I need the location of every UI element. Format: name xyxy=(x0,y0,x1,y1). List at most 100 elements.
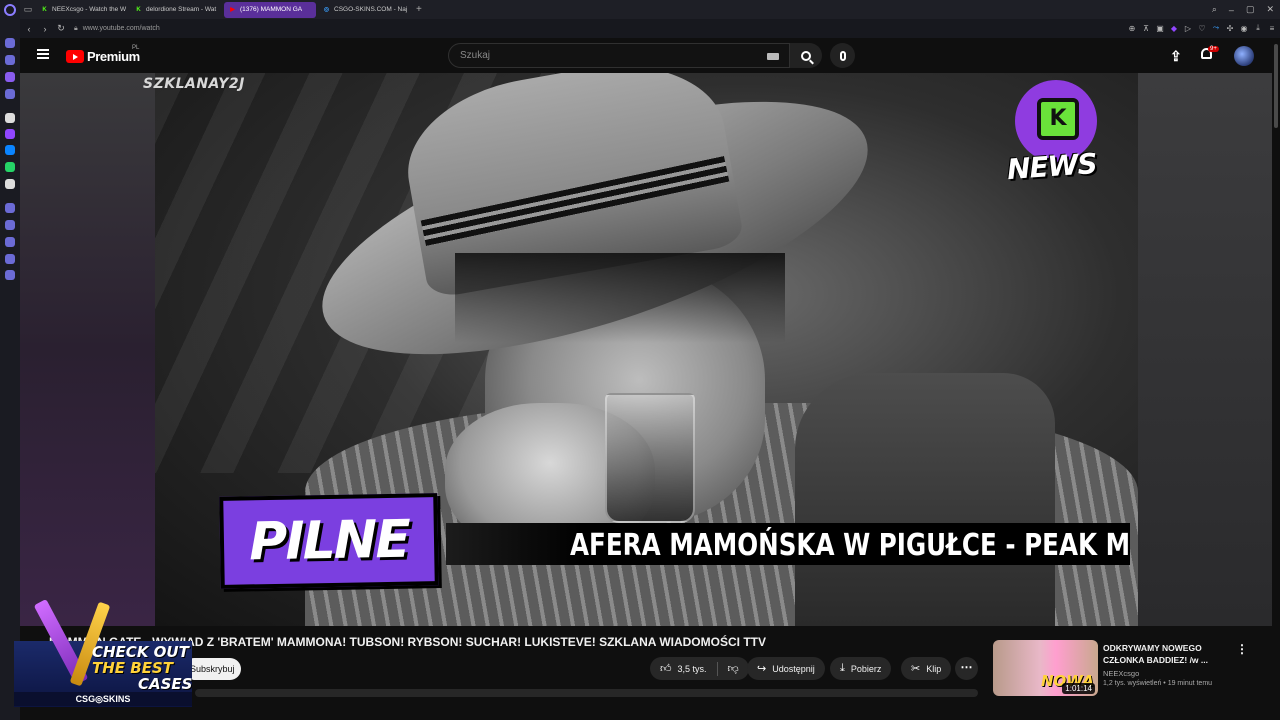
microphone-icon xyxy=(839,50,846,61)
voice-search-button[interactable] xyxy=(830,43,855,68)
opera-logo-icon[interactable] xyxy=(4,4,16,16)
download-icon[interactable]: ⤓ xyxy=(1254,22,1262,34)
avatar[interactable] xyxy=(1234,46,1254,66)
upload-icon[interactable]: ⇪ xyxy=(1170,48,1182,65)
heart-icon[interactable]: ♡ xyxy=(1198,22,1206,34)
brand-name: Premium xyxy=(87,49,140,64)
like-icon[interactable]: 👍︎ xyxy=(660,662,672,675)
pinboard-icon[interactable] xyxy=(5,220,15,230)
reload-icon[interactable]: ↻ xyxy=(54,23,68,34)
kick-icon: K xyxy=(136,6,141,13)
tab-bar: ▭ K NEEXcsgo - Watch the W K delordione … xyxy=(20,0,1280,19)
recommended-title[interactable]: ODKRYWAMY NOWEGO CZŁONKA BADDIEZ! /w ... xyxy=(1103,642,1218,666)
profile-icon[interactable]: ◉ xyxy=(1240,22,1248,34)
like-dislike-group: 👍︎ 3,5 tys. 👎︎ xyxy=(650,657,749,680)
puzzle-icon[interactable]: ✣ xyxy=(1226,22,1234,34)
glass xyxy=(605,393,695,523)
kick-icon: K xyxy=(42,6,47,13)
youtube-header: Premium PL ⇪ 9+ xyxy=(20,38,1272,74)
share-button[interactable]: ↪ Udostępnij xyxy=(747,657,825,680)
kebab-menu-icon[interactable]: ⋮ xyxy=(1236,642,1248,656)
clip-label: Klip xyxy=(926,663,942,674)
share-label: Udostępnij xyxy=(772,663,815,674)
tab-neexcsgo[interactable]: K NEEXcsgo - Watch the W xyxy=(36,2,128,18)
tabs-icon[interactable] xyxy=(5,89,15,99)
screen: ▭ K NEEXcsgo - Watch the W K delordione … xyxy=(0,0,1280,720)
subscribe-label: Subskrybuj xyxy=(190,664,235,674)
x-icon[interactable] xyxy=(5,179,15,189)
csgo-skins-icon: ◎ xyxy=(323,7,330,13)
messenger-icon[interactable] xyxy=(5,145,15,155)
workspace-icon[interactable] xyxy=(5,72,15,82)
region-code: PL xyxy=(132,45,140,51)
player-icon[interactable] xyxy=(5,203,15,213)
twitch-icon[interactable] xyxy=(5,129,15,139)
search-box xyxy=(448,43,790,68)
window-controls: ⌕ – ▢ ✕ xyxy=(1212,0,1274,19)
description-box[interactable] xyxy=(195,689,978,697)
download-icon: ⤓ xyxy=(840,662,845,674)
pin-icon[interactable]: ⊼ xyxy=(1142,22,1150,34)
youtube-logo[interactable]: Premium xyxy=(66,49,140,64)
video-duration: 1:01:14 xyxy=(1062,683,1095,694)
search-button[interactable] xyxy=(790,43,822,68)
forward-icon[interactable]: › xyxy=(38,24,52,34)
toolbar-icons: ⊕ ⊼ ▣ ◆ ▷ ♡ ⤳ ✣ ◉ ⤓ ≡ xyxy=(1128,22,1276,34)
ambient-left xyxy=(20,73,156,626)
news-logo: K NEWS xyxy=(1005,80,1103,190)
recommended-video[interactable]: NOWA 1:01:14 ODKRYWAMY NOWEGO CZŁONKA BA… xyxy=(993,640,1253,698)
bookmarks-icon[interactable] xyxy=(5,55,15,65)
back-icon[interactable]: ‹ xyxy=(22,24,36,34)
vpn-icon[interactable]: ◆ xyxy=(1170,22,1178,34)
extensions-icon[interactable] xyxy=(5,254,15,264)
aria-icon[interactable] xyxy=(5,113,15,123)
dislike-icon[interactable]: 👎︎ xyxy=(728,662,739,675)
channel-watermark: SZKLANAY2J xyxy=(143,76,245,92)
whatsapp-icon[interactable] xyxy=(5,162,15,172)
search-tabs-icon[interactable]: ⌕ xyxy=(1212,4,1217,15)
search-input[interactable] xyxy=(460,50,750,61)
like-count[interactable]: 3,5 tys. xyxy=(678,664,707,674)
scrollbar-thumb[interactable] xyxy=(1274,44,1278,128)
tab-csgo-skins[interactable]: ◎ CSGO-SKINS.COM - Naj xyxy=(318,2,410,18)
share-icon: ↪ xyxy=(757,663,767,675)
new-tab-button[interactable]: + xyxy=(416,4,422,15)
speed-dial-icon[interactable] xyxy=(5,38,15,48)
close-icon[interactable]: ✕ xyxy=(1266,4,1274,15)
ticker-text: AFERA MAMOŃSKA W PIGUŁCE - PEAK M xyxy=(570,528,1130,563)
breaking-label: PILNE xyxy=(248,509,410,573)
guide-menu-icon[interactable] xyxy=(37,49,49,59)
search-icon xyxy=(801,50,811,61)
zoom-icon[interactable]: ⊕ xyxy=(1128,22,1136,34)
ad-brand: CSG◎SKINS xyxy=(14,692,192,706)
news-logo-text: NEWS xyxy=(1005,146,1098,187)
tab-youtube-active[interactable]: ▶ (1376) MAMMON GA xyxy=(224,1,316,18)
menu-icon[interactable]: ≡ xyxy=(1268,22,1276,34)
maximize-icon[interactable]: ▢ xyxy=(1246,4,1255,15)
history-icon[interactable] xyxy=(5,237,15,247)
tab-label: CSGO-SKINS.COM - Naj xyxy=(334,6,408,13)
face-shadow xyxy=(455,253,785,343)
video-thumbnail[interactable]: NOWA 1:01:14 xyxy=(993,640,1098,696)
kick-logo-icon: K xyxy=(1037,98,1079,140)
csgo-skins-ad[interactable]: CHECK OUT THE BEST CASES CSG◎SKINS xyxy=(14,597,192,707)
lock-icon: 🔒︎ xyxy=(74,24,78,32)
tab-delordione[interactable]: K delordione Stream - Wat xyxy=(130,2,222,18)
play-icon[interactable]: ▷ xyxy=(1184,22,1192,34)
extension-icon[interactable]: ⤳ xyxy=(1212,22,1220,34)
more-actions-button[interactable]: ⋯ xyxy=(955,657,978,680)
like-divider xyxy=(716,661,718,676)
snapshot-icon[interactable]: ▣ xyxy=(1156,22,1164,34)
settings-icon[interactable] xyxy=(5,270,15,280)
tab-label: NEEXcsgo - Watch the W xyxy=(52,6,127,13)
channel-name[interactable]: NEEXcsgo xyxy=(1103,669,1139,678)
keyboard-icon[interactable] xyxy=(767,53,779,60)
clip-button[interactable]: ✂ Klip xyxy=(901,657,952,680)
tab-menu-icon[interactable]: ▭ xyxy=(20,0,36,19)
page-scrollbar[interactable] xyxy=(1272,38,1280,720)
news-ticker: AFERA MAMOŃSKA W PIGUŁCE - PEAK M xyxy=(446,523,1130,565)
download-button[interactable]: ⤓ Pobierz xyxy=(830,657,892,680)
url-field[interactable]: 🔒︎ www.youtube.com/watch xyxy=(74,25,160,33)
minimize-icon[interactable]: – xyxy=(1229,5,1234,15)
download-label: Pobierz xyxy=(850,663,882,674)
